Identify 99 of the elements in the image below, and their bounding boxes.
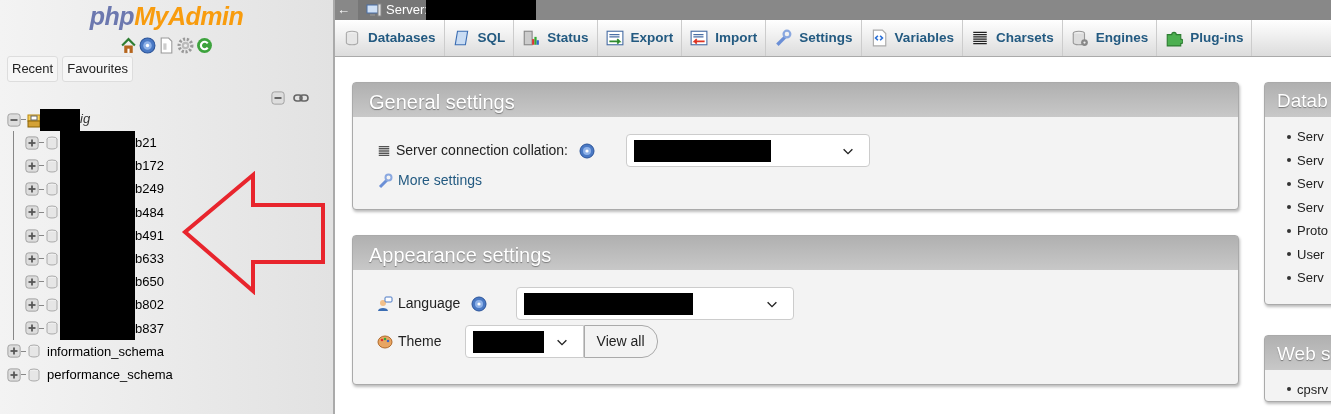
expand-icon[interactable] [25,205,39,220]
expand-icon[interactable] [25,274,39,289]
bullet-icon [1287,252,1291,257]
scroll-icon [452,29,471,47]
expand-icon[interactable] [25,182,39,197]
panel-title: Datab [1277,90,1328,111]
wrench-icon [377,172,393,189]
expand-icon[interactable] [25,158,39,173]
tab[interactable]: Import [682,20,767,56]
database-link[interactable]: b837 [135,318,164,339]
panel-header: Appearance settings [353,236,1238,270]
expand-icon[interactable] [25,321,39,336]
list-item: Serv [1297,198,1324,217]
bullet-icon [1287,181,1291,186]
bullet-icon [1287,205,1291,210]
database-icon [44,273,60,290]
database-icon [44,134,60,151]
import-icon [690,29,709,47]
redaction-bar [472,330,544,353]
database-icon [44,250,60,267]
database-icon [44,181,60,198]
tab[interactable]: Engines [1062,20,1158,56]
list-item: Serv [1297,269,1324,287]
list-icon [970,29,989,47]
tab[interactable]: Status [514,20,598,56]
database-link[interactable]: b249 [135,179,164,199]
tab[interactable]: Export [597,20,683,56]
database-icon [26,343,42,360]
collation-select[interactable] [626,134,870,167]
engine-icon [1070,29,1089,47]
bullet-icon [1287,134,1291,139]
bullet-icon [1287,228,1291,233]
bullet-icon [1287,158,1291,163]
database-link[interactable]: b802 [135,295,164,315]
database-icon [44,297,60,314]
collapse-icon[interactable] [7,112,21,127]
database-link[interactable]: information_schema [47,341,165,362]
panel-header: General settings [353,83,1238,117]
back-link[interactable]: ← [335,0,358,20]
field-label: Theme [398,332,442,351]
language-select[interactable] [516,287,795,320]
database-link[interactable]: b172 [135,156,164,176]
list-item: Serv [1297,151,1324,170]
tab[interactable]: SQL [444,20,515,56]
list-item: cpsrv [1297,380,1329,399]
expand-icon[interactable] [25,251,39,266]
bullet-icon [1287,387,1291,392]
collapse-all-icon[interactable] [271,91,285,105]
home-icon[interactable] [120,37,137,54]
tab[interactable]: Charsets [962,20,1063,56]
expand-icon[interactable] [25,298,39,313]
tab[interactable]: Settings [766,20,862,56]
database-icon [44,157,60,174]
expand-icon[interactable] [7,344,21,359]
more-settings-link[interactable]: More settings [398,170,483,191]
wrench-icon [774,29,793,47]
database-link[interactable]: b633 [135,248,164,269]
tab[interactable]: Plug-ins [1157,20,1253,56]
database-group-icon [26,111,42,128]
database-icon [44,320,60,337]
field-label: Server connection collation: [396,141,568,160]
expand-icon[interactable] [25,135,39,150]
field-label: Language [398,294,461,313]
server-icon [366,2,382,18]
database-link[interactable]: b484 [135,202,164,223]
logo: phpMyAdmin [88,1,245,31]
favourites-button[interactable]: Favourites [62,56,133,82]
expand-icon[interactable] [25,228,39,243]
list-item: Serv [1297,128,1324,146]
tab[interactable]: Variables [861,20,963,56]
database-link[interactable]: b21 [135,133,157,153]
reload-icon[interactable] [196,37,213,54]
list-item: Serv [1297,175,1324,193]
database-group-label[interactable]: ig [80,108,91,129]
tab[interactable]: Databases [335,20,445,56]
help-icon[interactable] [139,37,156,54]
bullet-icon [1287,275,1291,280]
view-all-button[interactable]: View all [583,325,658,358]
help-icon[interactable] [579,142,595,159]
database-icon [343,29,361,47]
database-icon [44,227,60,244]
list-icon [377,143,391,158]
palette-icon [377,333,393,350]
list-item: User [1297,245,1325,264]
database-link[interactable]: b650 [135,272,164,292]
puzzle-icon [1165,29,1184,47]
chart-icon [522,29,541,47]
help-icon[interactable] [471,295,488,312]
export-icon [605,29,624,47]
expand-icon[interactable] [7,367,21,382]
database-link[interactable]: performance_schema [47,364,173,385]
panel-title: Web s [1277,342,1331,364]
user-icon [377,295,393,312]
database-icon [44,204,60,221]
database-link[interactable]: b491 [135,225,164,246]
list-item: Proto [1297,222,1329,240]
recent-button[interactable]: Recent [7,56,59,82]
theme-select[interactable] [464,325,584,358]
database-icon [26,366,42,383]
